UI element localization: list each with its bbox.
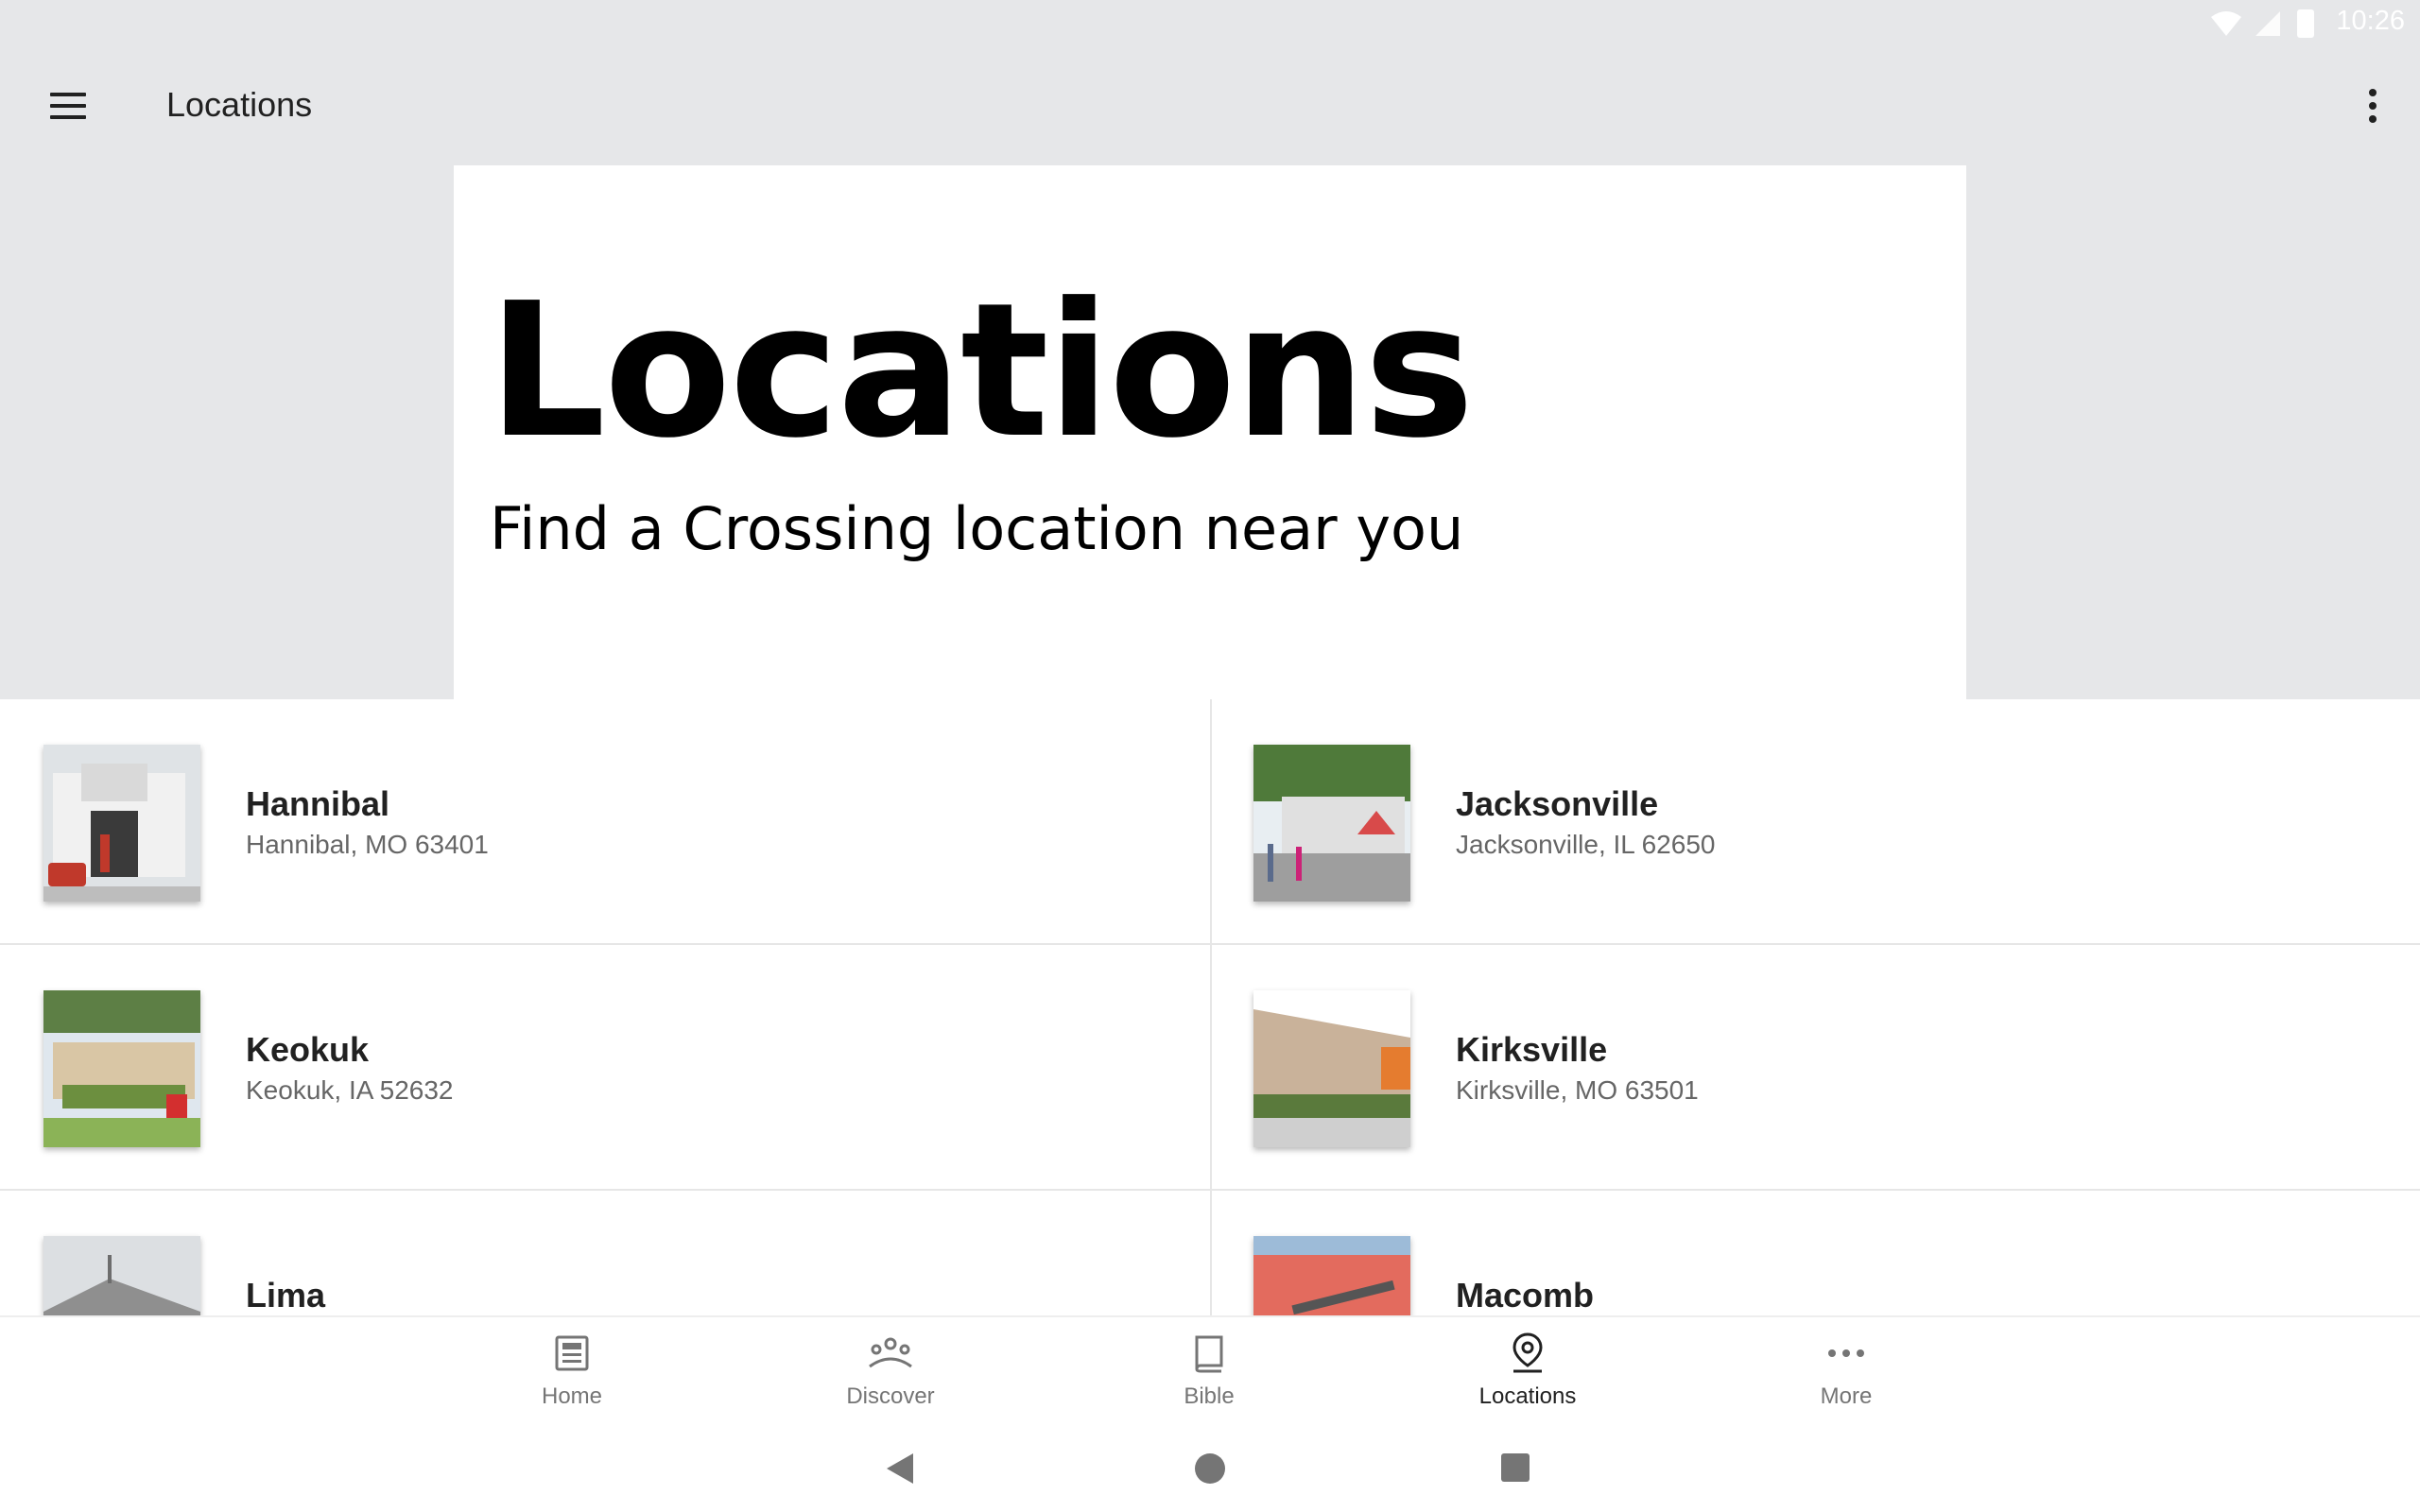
nav-label: Bible — [1184, 1383, 1235, 1409]
more-horizontal-icon — [1752, 1331, 1941, 1376]
nav-more[interactable]: More — [1752, 1331, 1941, 1425]
location-address: Keokuk, IA 52632 — [246, 1075, 454, 1105]
nav-locations[interactable]: Locations — [1433, 1331, 1622, 1425]
location-address: Hannibal, MO 63401 — [246, 830, 489, 859]
locations-grid: Hannibal Hannibal, MO 63401 Jacksonville… — [0, 699, 2420, 1315]
status-bar: 10:26 — [1853, 0, 2420, 47]
battery-icon — [2297, 9, 2314, 38]
location-photo — [43, 745, 200, 902]
back-icon[interactable] — [887, 1453, 913, 1484]
location-card-macomb[interactable]: Macomb — [1210, 1191, 2420, 1315]
location-photo — [43, 990, 200, 1147]
location-name: Hannibal — [246, 784, 390, 823]
wifi-icon — [2211, 11, 2241, 36]
top-bar: 10:26 Locations — [0, 0, 2420, 165]
location-photo — [1253, 1236, 1410, 1315]
location-name: Jacksonville — [1456, 784, 1659, 823]
nav-label: More — [1820, 1383, 1873, 1409]
signal-icon — [2256, 11, 2280, 36]
location-photo — [43, 1236, 200, 1315]
system-navigation — [0, 1427, 2420, 1512]
hero-subtitle: Find a Crossing location near you — [490, 494, 1464, 563]
location-name: Kirksville — [1456, 1030, 1608, 1069]
overflow-menu-icon[interactable] — [2363, 76, 2382, 136]
location-name: Keokuk — [246, 1030, 370, 1069]
location-card-lima[interactable]: Lima — [0, 1191, 1210, 1315]
home-circle-icon[interactable] — [1195, 1453, 1225, 1484]
location-photo — [1253, 990, 1410, 1147]
location-name: Lima — [246, 1276, 326, 1314]
location-address: Jacksonville, IL 62650 — [1456, 830, 1716, 859]
status-time: 10:26 — [2336, 6, 2405, 36]
bottom-navigation: Home Discover Bible Locations More — [0, 1315, 2420, 1427]
people-group-icon — [796, 1331, 985, 1376]
nav-label: Discover — [846, 1383, 935, 1409]
location-address: Kirksville, MO 63501 — [1456, 1075, 1699, 1105]
app-bar: Locations — [0, 47, 2420, 165]
map-pin-icon — [1433, 1331, 1622, 1376]
newspaper-icon — [477, 1331, 666, 1376]
hero-title: Locations — [488, 264, 1475, 479]
menu-icon[interactable] — [30, 76, 106, 136]
book-icon — [1115, 1331, 1304, 1376]
location-card-hannibal[interactable]: Hannibal Hannibal, MO 63401 — [0, 699, 1210, 945]
location-card-kirksville[interactable]: Kirksville Kirksville, MO 63501 — [1210, 945, 2420, 1191]
nav-label: Locations — [1478, 1383, 1577, 1409]
nav-label: Home — [541, 1383, 603, 1409]
app-bar-title: Locations — [166, 85, 313, 124]
location-photo — [1253, 745, 1410, 902]
recents-square-icon[interactable] — [1501, 1453, 1530, 1482]
nav-bible[interactable]: Bible — [1115, 1331, 1304, 1425]
location-card-jacksonville[interactable]: Jacksonville Jacksonville, IL 62650 — [1210, 699, 2420, 945]
hero-banner: Locations Find a Crossing location near … — [454, 165, 1966, 699]
location-card-keokuk[interactable]: Keokuk Keokuk, IA 52632 — [0, 945, 1210, 1191]
nav-home[interactable]: Home — [477, 1331, 666, 1425]
nav-discover[interactable]: Discover — [796, 1331, 985, 1425]
location-name: Macomb — [1456, 1276, 1595, 1314]
